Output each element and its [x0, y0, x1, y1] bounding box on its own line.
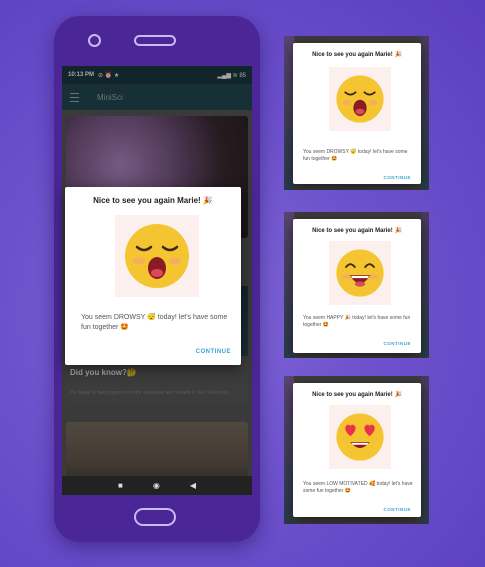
preview-panel-low-motivated: Nice to see you again Marie! 🎉 You seem …: [284, 376, 429, 524]
dialog-message: You seem LOW MOTIVATED 🥰 today! let's ha…: [303, 481, 413, 494]
home-button[interactable]: [134, 508, 176, 526]
mood-dialog-low-motivated: Nice to see you again Marie! 🎉 You seem …: [293, 383, 421, 517]
back-icon[interactable]: ◀: [190, 481, 196, 490]
continue-button[interactable]: CONTINUE: [196, 349, 231, 355]
heart-eyes-face-icon: [329, 405, 391, 469]
dialog-title: Nice to see you again Marie! 🎉: [312, 392, 402, 398]
speaker-grille: [134, 35, 176, 46]
continue-button[interactable]: CONTINUE: [384, 507, 412, 512]
mood-dialog: Nice to see you again Marie! 🎉 You seem …: [65, 187, 241, 365]
drowsy-face-icon: [329, 67, 391, 131]
continue-button[interactable]: CONTINUE: [384, 341, 412, 346]
dialog-title: Nice to see you again Marie! 🎉: [312, 52, 402, 58]
dialog-message: You seem DROWSY 😴 today! let's have some…: [303, 149, 408, 162]
panel-background-right: [421, 376, 429, 524]
preview-panel-drowsy: Nice to see you again Marie! 🎉 You seem …: [284, 36, 429, 190]
happy-face-icon: [329, 241, 391, 305]
dialog-title: Nice to see you again Marie! 🎉: [312, 228, 402, 234]
continue-button[interactable]: CONTINUE: [384, 175, 412, 180]
android-nav-bar: ■ ◉ ◀: [62, 476, 252, 495]
recents-icon[interactable]: ■: [118, 481, 123, 490]
dialog-title: Nice to see you again Marie! 🎉: [93, 196, 213, 205]
drowsy-face-icon: [115, 215, 199, 297]
mood-dialog-drowsy: Nice to see you again Marie! 🎉 You seem …: [293, 43, 421, 184]
panel-background-right: [421, 36, 429, 190]
preview-panel-happy: Nice to see you again Marie! 🎉 You seem …: [284, 212, 429, 358]
mood-dialog-happy: Nice to see you again Marie! 🎉 You seem …: [293, 219, 421, 353]
home-icon[interactable]: ◉: [153, 481, 160, 490]
dialog-message: You seem HAPPY 🎉 today! let's have some …: [303, 315, 411, 328]
front-camera: [88, 34, 101, 47]
dialog-message: You seem DROWSY 😴 today! let's have some…: [81, 314, 228, 331]
panel-background-right: [421, 212, 429, 358]
